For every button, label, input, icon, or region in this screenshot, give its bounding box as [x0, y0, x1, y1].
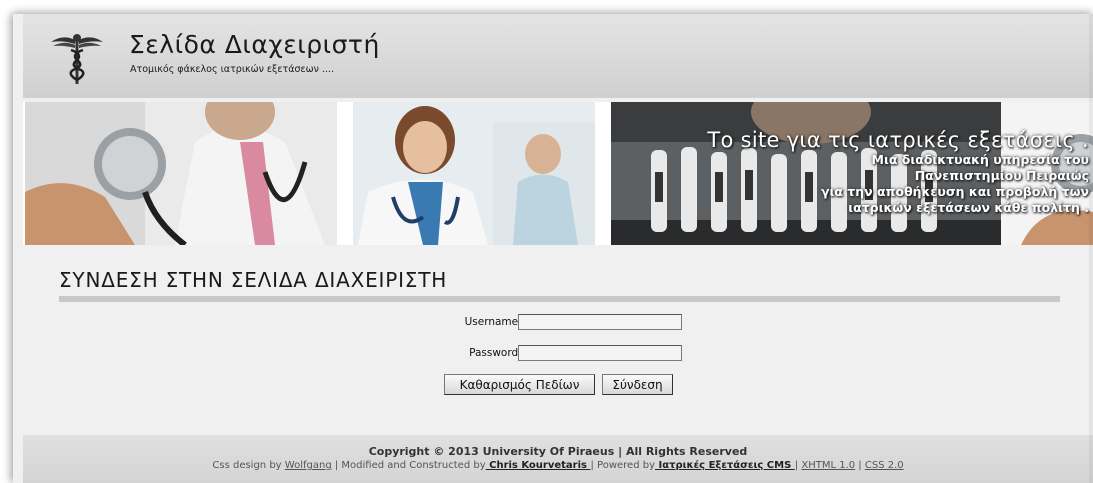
username-input[interactable]: [518, 314, 682, 330]
banner-line: για την αποθήκευση και προβολή των: [820, 184, 1089, 199]
login-heading: ΣΥΝΔΕΣΗ ΣΤΗΝ ΣΕΛΙΔΑ ΔΙΑΧΕΙΡΙΣΤΗ: [59, 268, 448, 292]
username-row: Username :: [393, 314, 693, 332]
password-input[interactable]: [518, 345, 682, 361]
site-footer: Copyright © 2013 University Of Piraeus |…: [23, 435, 1093, 483]
credits-text: | Powered by: [590, 460, 655, 471]
caduceus-icon: [51, 34, 103, 84]
heading-divider: [59, 296, 1060, 302]
cms-link[interactable]: Ιατρικές Εξετάσεις CMS: [655, 460, 795, 471]
credits-text: Css design by: [212, 460, 285, 471]
doctor-stethoscope-photo: [25, 102, 337, 245]
copyright-text: Copyright © 2013 University Of Piraeus |…: [368, 445, 748, 458]
login-button[interactable]: Σύνδεση: [602, 374, 673, 395]
site-subtitle: Ατομικός φάκελος ιατρικών εξετάσεων ....: [130, 64, 334, 75]
css-link[interactable]: CSS 2.0: [865, 460, 904, 471]
author-link[interactable]: Chris Kourvetaris: [486, 460, 591, 471]
credits-line: Css design by Wolfgang | Modified and Co…: [23, 460, 1093, 471]
credits-text: | Modified and Constructed by: [331, 460, 486, 471]
banner-title: Το site για τις ιατρικές εξετάσεις .: [707, 128, 1089, 152]
banner-line: ιατρικών εξετάσεων κάθε πολίτη .: [848, 200, 1089, 215]
username-label: Username :: [464, 316, 525, 328]
separator: |: [855, 460, 865, 471]
xhtml-link[interactable]: XHTML 1.0: [801, 460, 855, 471]
password-row: Password :: [393, 345, 693, 363]
female-doctor-photo: [353, 102, 595, 245]
banner-line: Πανεπιστημίου Πειραιώς: [914, 168, 1089, 183]
password-label: Password :: [469, 347, 525, 359]
site-header: Σελίδα Διαχειριστή Ατομικός φάκελος ιατρ…: [23, 14, 1093, 98]
banner: Το site για τις ιατρικές εξετάσεις . Μια…: [23, 102, 1093, 245]
frame-edge: [1089, 14, 1093, 483]
page-frame: Σελίδα Διαχειριστή Ατομικός φάκελος ιατρ…: [13, 14, 1093, 483]
clear-fields-button[interactable]: Καθαρισμός Πεδίων: [444, 374, 595, 395]
banner-line: Μια διαδικτυακή υπηρεσία του: [871, 152, 1089, 167]
wolfgang-link[interactable]: Wolfgang: [285, 460, 332, 471]
banner-caption: Το site για τις ιατρικές εξετάσεις . Μια…: [707, 128, 1089, 216]
site-title: Σελίδα Διαχειριστή: [129, 30, 380, 59]
